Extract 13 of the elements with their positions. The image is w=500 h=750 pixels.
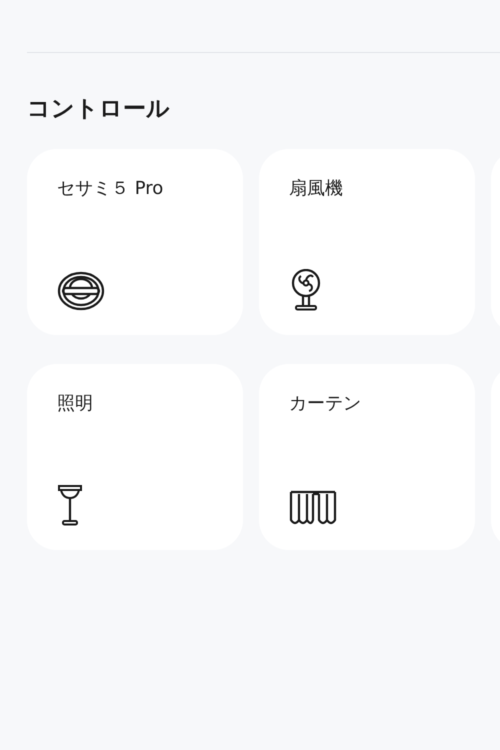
device-name: 照明 [57,392,93,416]
device-card[interactable]: セサミ５ Pro [27,149,243,335]
device-card[interactable]: 照明 [27,364,243,550]
device-name: カーテン [289,392,361,416]
vacuum-icon [57,271,105,311]
lamp-icon [57,484,83,526]
device-name: 扇風機 [289,177,343,201]
device-card[interactable]: 扇風機 [259,149,475,335]
curtain-icon [289,490,337,526]
fan-icon [289,269,323,311]
device-card[interactable]: カーテン [259,364,475,550]
device-name: セサミ５ Pro [57,177,164,201]
section-title: コントロール [27,95,171,124]
